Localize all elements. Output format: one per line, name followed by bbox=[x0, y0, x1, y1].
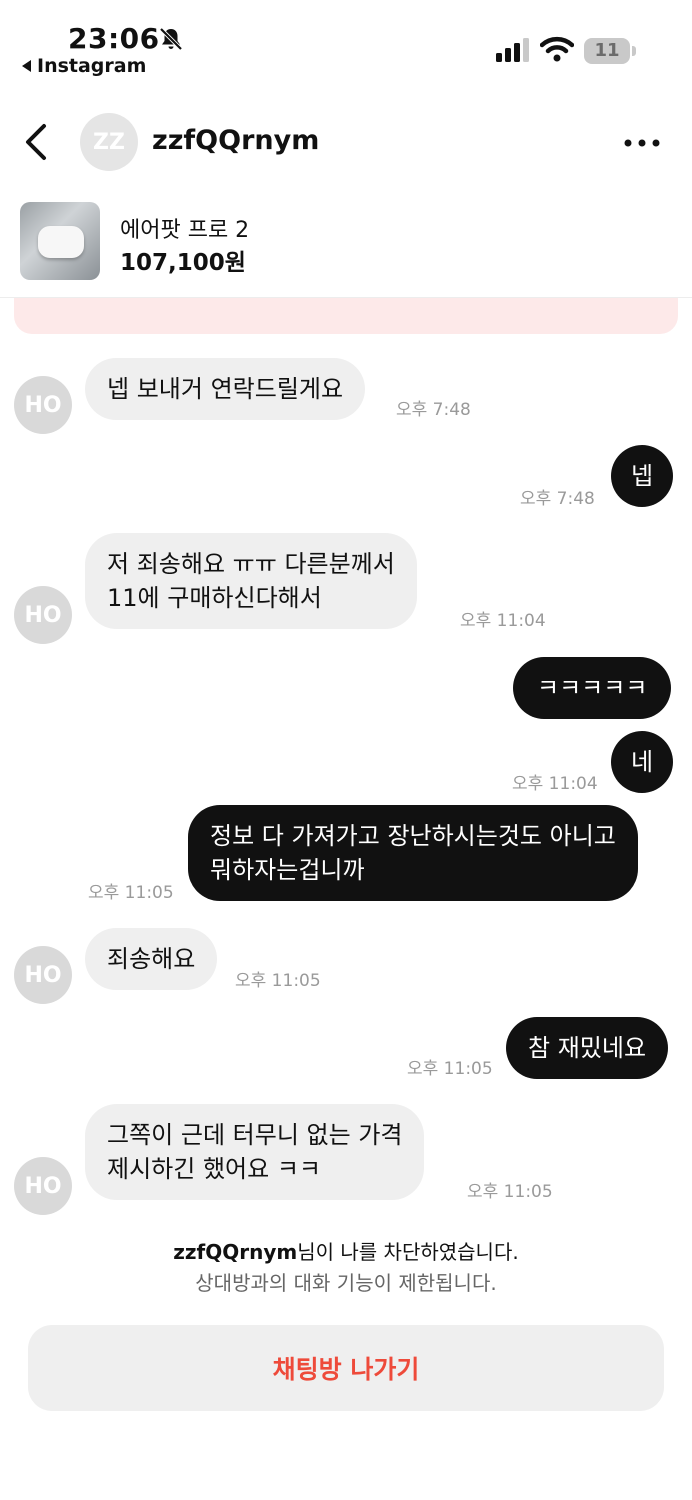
product-thumbnail[interactable] bbox=[20, 202, 100, 280]
message-time: 오후 11:05 bbox=[467, 1182, 553, 1202]
message-line: 정보 다 가져가고 장난하시는것도 아니고 bbox=[210, 822, 616, 850]
restricted-notice: 상대방과의 대화 기능이 제한됩니다. bbox=[195, 1271, 497, 1295]
blocked-notice: zzfQQrnym님이 나를 차단하였습니다. bbox=[0, 1236, 692, 1265]
message-line: 그쪽이 근데 터무니 없는 가격 bbox=[107, 1121, 403, 1149]
safety-warning-banner bbox=[14, 298, 678, 334]
header-avatar[interactable]: ZZ bbox=[80, 113, 138, 171]
message-line: ㅋㅋㅋㅋㅋ bbox=[537, 674, 648, 702]
wifi-icon bbox=[540, 36, 574, 62]
outgoing-message[interactable]: 네 bbox=[611, 731, 674, 793]
more-options-icon[interactable] bbox=[622, 138, 662, 148]
message-time: 오후 7:48 bbox=[520, 489, 595, 509]
cellular-signal-icon bbox=[496, 38, 529, 62]
battery-icon: 11 bbox=[584, 38, 636, 64]
message-time: 오후 11:04 bbox=[460, 611, 546, 631]
blocked-username: zzfQQrnym bbox=[173, 1240, 298, 1264]
outgoing-message[interactable]: 넵 bbox=[611, 445, 674, 507]
message-line: 뭐하자는겁니까 bbox=[210, 856, 365, 884]
message-line: 넵 bbox=[631, 462, 654, 490]
leave-chat-button[interactable]: 채팅방 나가기 bbox=[28, 1325, 664, 1411]
message-line: 넵 보내거 연락드릴게요 bbox=[107, 375, 344, 403]
message-line: 저 죄송해요 ㅠㅠ 다른분께서 bbox=[107, 550, 395, 578]
sender-avatar[interactable]: HO bbox=[14, 946, 72, 1004]
incoming-message[interactable]: 그쪽이 근데 터무니 없는 가격 제시하긴 했어요 ㅋㅋ bbox=[85, 1104, 425, 1200]
blocked-text: 님이 나를 차단하였습니다. bbox=[297, 1240, 519, 1264]
product-price: 107,100원 bbox=[120, 250, 246, 276]
message-line: 네 bbox=[631, 748, 654, 776]
message-time: 오후 11:05 bbox=[407, 1059, 493, 1079]
message-time: 오후 11:04 bbox=[512, 774, 598, 794]
message-line: 참 재밌네요 bbox=[528, 1034, 647, 1062]
message-time: 오후 11:05 bbox=[88, 883, 174, 903]
battery-level: 11 bbox=[594, 40, 620, 61]
message-line: 11에 구매하신다해서 bbox=[107, 584, 322, 612]
message-time: 오후 7:48 bbox=[396, 400, 471, 420]
incoming-message[interactable]: 넵 보내거 연락드릴게요 bbox=[85, 358, 366, 420]
outgoing-message[interactable]: 정보 다 가져가고 장난하시는것도 아니고 뭐하자는겁니까 bbox=[188, 805, 638, 901]
status-time: 23:06 bbox=[68, 22, 160, 55]
back-chevron-icon[interactable] bbox=[20, 120, 54, 164]
product-name[interactable]: 에어팟 프로 2 bbox=[120, 212, 249, 244]
message-line: 죄송해요 bbox=[107, 945, 196, 973]
bell-muted-icon bbox=[159, 27, 183, 51]
sender-avatar[interactable]: HO bbox=[14, 586, 72, 644]
outgoing-message[interactable]: 참 재밌네요 bbox=[506, 1017, 669, 1079]
sender-avatar[interactable]: HO bbox=[14, 1157, 72, 1215]
chat-username[interactable]: zzfQQrnym bbox=[152, 125, 319, 156]
incoming-message[interactable]: 죄송해요 bbox=[85, 928, 218, 990]
incoming-message[interactable]: 저 죄송해요 ㅠㅠ 다른분께서 11에 구매하신다해서 bbox=[85, 533, 417, 629]
sender-avatar[interactable]: HO bbox=[14, 376, 72, 434]
message-time: 오후 11:05 bbox=[235, 971, 321, 991]
message-line: 제시하긴 했어요 ㅋㅋ bbox=[107, 1155, 321, 1183]
back-app-label: Instagram bbox=[37, 55, 147, 77]
outgoing-message[interactable]: ㅋㅋㅋㅋㅋ bbox=[513, 657, 672, 719]
back-triangle-icon bbox=[22, 60, 31, 72]
back-to-app-link[interactable]: Instagram bbox=[22, 55, 146, 77]
